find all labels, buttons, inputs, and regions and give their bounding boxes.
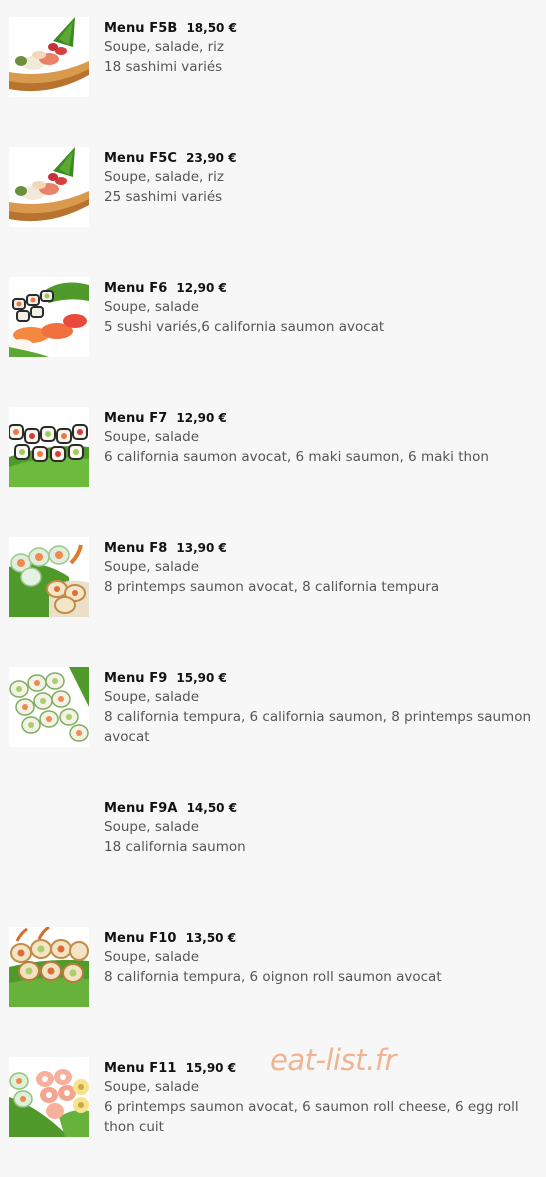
menu-item[interactable]: Menu F8 13,90 € Soupe, salade 8 printemps… [0,537,546,657]
menu-item-accompaniment: Soupe, salade, riz [104,169,225,185]
menu-item[interactable]: Menu F6 12,90 € Soupe, salade 5 sushi var… [0,277,546,397]
menu-item-text: Menu F6 12,90 € Soupe, salade 5 sushi var… [104,277,534,337]
menu-item-price: 15,90 € [176,671,227,685]
menu-item-contents: 18 sashimi variés [104,59,223,75]
menu-item-price: 13,90 € [176,541,227,555]
menu-item[interactable]: Menu F5C 23,90 € Soupe, salade, riz 25 sa… [0,147,546,267]
menu-item-name: Menu F10 [104,931,177,946]
menu-item-accompaniment: Soupe, salade [104,1079,200,1095]
menu-item-name: Menu F11 [104,1061,177,1076]
menu-item-price: 23,90 € [186,151,237,165]
menu-item[interactable]: Menu F10 13,50 € Soupe, salade 8 californ… [0,927,546,1047]
menu-item-text: Menu F5C 23,90 € Soupe, salade, riz 25 sa… [104,147,534,207]
menu-item-price: 18,50 € [186,21,237,35]
menu-item-image[interactable] [9,17,89,97]
menu-item-contents: 8 california tempura, 6 california saumo… [104,709,532,745]
menu-item-contents: 6 california saumon avocat, 6 maki saumo… [104,449,489,465]
menu-item-accompaniment: Soupe, salade [104,429,200,445]
menu-item[interactable]: Menu F7 12,90 € Soupe, salade 6 californi… [0,407,546,527]
site-watermark: eat-list.fr [270,1043,396,1077]
menu-item-title: Menu F10 13,50 € [104,927,534,947]
menu-item-price: 12,90 € [176,281,227,295]
menu-item-text: Menu F10 13,50 € Soupe, salade 8 californ… [104,927,534,987]
menu-item-title: Menu F9A 14,50 € [104,797,534,817]
menu-item-name: Menu F6 [104,281,168,296]
menu-item-name: Menu F8 [104,541,168,556]
menu-item-price: 15,90 € [185,1061,237,1075]
menu-item-price: 13,50 € [185,931,237,945]
menu-item-accompaniment: Soupe, salade [104,299,200,315]
menu-item-name: Menu F7 [104,411,168,426]
menu-item[interactable]: Menu F9A 14,50 € Soupe, salade 18 califor… [0,797,546,917]
menu-item-title: Menu F7 12,90 € [104,407,534,427]
menu-item-name: Menu F5C [104,151,178,166]
menu-item-title: Menu F6 12,90 € [104,277,534,297]
menu-item-image[interactable] [9,537,89,617]
menu-item-accompaniment: Soupe, salade [104,689,200,705]
menu-item-contents: 18 california saumon [104,839,246,855]
menu-item-title: Menu F5C 23,90 € [104,147,534,167]
menu-item-text: Menu F5B 18,50 € Soupe, salade, riz 18 sa… [104,17,534,77]
menu-item-price: 12,90 € [176,411,227,425]
menu-item-contents: 6 printemps saumon avocat, 6 saumon roll… [104,1099,519,1135]
menu-item-title: Menu F9 15,90 € [104,667,534,687]
menu-item[interactable]: Menu F5B 18,50 € Soupe, salade, riz 18 sa… [0,17,546,137]
menu-item-contents: 8 printemps saumon avocat, 8 california … [104,579,440,595]
menu-item-accompaniment: Soupe, salade [104,559,200,575]
menu-item-contents: 25 sashimi variés [104,189,223,205]
menu-item-image[interactable] [9,667,89,747]
menu-item-title: Menu F5B 18,50 € [104,17,534,37]
menu-item-contents: 8 california tempura, 6 oignon roll saum… [104,969,442,985]
menu-item-image[interactable] [9,277,89,357]
menu-item-text: Menu F9A 14,50 € Soupe, salade 18 califor… [104,797,534,857]
menu-item-title: Menu F8 13,90 € [104,537,534,557]
menu-item[interactable]: Menu F9 15,90 € Soupe, salade 8 californi… [0,667,546,787]
menu-item-image[interactable] [9,147,89,227]
menu-item-name: Menu F9 [104,671,168,686]
menu-item-text: Menu F9 15,90 € Soupe, salade 8 californi… [104,667,534,747]
menu-item-accompaniment: Soupe, salade [104,819,200,835]
menu-item-accompaniment: Soupe, salade [104,949,200,965]
menu-item-accompaniment: Soupe, salade, riz [104,39,225,55]
menu-item-name: Menu F9A [104,801,178,816]
menu-item-image[interactable] [9,1057,89,1137]
menu-item-image[interactable] [9,407,89,487]
menu-item-contents: 5 sushi variés,6 california saumon avoca… [104,319,385,335]
menu-item-price: 14,50 € [186,801,238,815]
menu-item-text: Menu F8 13,90 € Soupe, salade 8 printemps… [104,537,534,597]
menu-item-name: Menu F5B [104,21,178,36]
menu-item-image[interactable] [9,927,89,1007]
menu-item-text: Menu F7 12,90 € Soupe, salade 6 californi… [104,407,534,467]
